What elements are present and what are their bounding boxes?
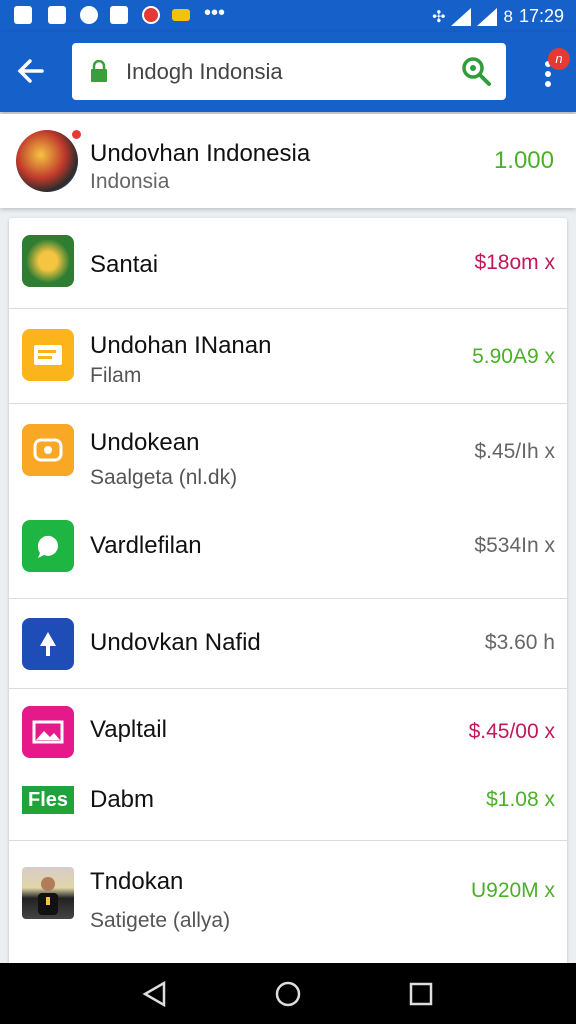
more-notifications-icon: ••• — [204, 2, 226, 24]
notification-badge[interactable]: n — [548, 48, 570, 70]
item-subtitle: Filam — [90, 364, 142, 387]
signal-icon — [451, 7, 472, 26]
item-title: Vardlefilan — [90, 532, 202, 559]
image-icon — [48, 6, 66, 24]
list-item[interactable]: Santai $18om x — [9, 218, 567, 308]
list-item[interactable]: Undohan INanan Filam 5.90A9 x — [9, 309, 567, 403]
item-price: U920M x — [470, 879, 555, 902]
back-nav-icon[interactable] — [140, 979, 170, 1009]
battery-level: 8 — [503, 6, 513, 26]
files-icon: Fles — [22, 786, 74, 814]
list-item[interactable]: Vapltail $.45/00 x — [9, 689, 567, 764]
status-bar: ••• ✣ 8 17:29 — [0, 0, 576, 32]
item-subtitle: Saalgeta (nl.dk) — [90, 466, 238, 489]
list-item[interactable]: Tndokan Satigete (allya) U920M x — [9, 841, 567, 961]
tag-icon — [172, 9, 190, 21]
item-subtitle: Satigete (allya) — [90, 909, 231, 932]
item-title: Vapltail — [90, 716, 167, 743]
system-nav-bar — [0, 963, 576, 1024]
list-item[interactable]: Undokean Saalgeta (nl.dk) $.45/Ih x — [9, 404, 567, 494]
search-input[interactable]: Indogh Indonsia — [126, 59, 283, 85]
record-icon — [142, 6, 160, 24]
recents-nav-icon[interactable] — [406, 979, 436, 1009]
vibrate-icon: ✣ — [432, 8, 446, 26]
header-card[interactable]: Undovhan Indonesia Indonsia 1.000 — [0, 114, 576, 208]
emblem-icon — [22, 235, 74, 287]
search-icon[interactable] — [460, 55, 492, 87]
header-value: 1.000 — [493, 147, 554, 174]
status-dot — [70, 128, 83, 141]
emblem-avatar — [16, 130, 78, 192]
document-icon — [22, 329, 74, 381]
item-title: Undokean — [90, 429, 200, 456]
person-photo-icon — [22, 867, 74, 919]
signal-2-icon — [477, 7, 498, 26]
clock: 17:29 — [518, 6, 564, 26]
play-icon — [80, 6, 98, 24]
item-list: Santai $18om x Undohan INanan Filam 5.90… — [9, 218, 567, 978]
item-price: $18om x — [474, 251, 555, 274]
item-title: Undohan INanan — [90, 332, 272, 359]
header-title: Undovhan Indonesia — [90, 140, 311, 167]
item-price: $3.60 h — [484, 631, 555, 654]
item-price: $.45/Ih x — [474, 440, 555, 463]
navigation-icon — [22, 618, 74, 670]
photo-icon — [14, 6, 32, 24]
search-bar[interactable]: Indogh Indonsia — [72, 43, 506, 100]
item-price: $534In x — [474, 534, 555, 557]
app-bar: Indogh Indonsia n — [0, 32, 576, 112]
chat-icon — [22, 520, 74, 572]
home-nav-icon[interactable] — [273, 979, 303, 1009]
item-title: Dabm — [90, 786, 155, 813]
photo-edit-icon — [110, 6, 128, 24]
back-arrow-icon[interactable] — [14, 54, 48, 88]
gift-icon — [22, 424, 74, 476]
header-subtitle: Indonsia — [90, 170, 170, 193]
image-icon — [22, 706, 74, 758]
item-price: $1.08 x — [486, 788, 555, 811]
item-price: 5.90A9 x — [472, 345, 555, 368]
item-price: $.45/00 x — [468, 720, 555, 743]
item-title: Santai — [90, 251, 159, 278]
lock-icon — [91, 60, 107, 82]
item-title: Undovkan Nafid — [90, 629, 261, 656]
list-item[interactable]: Fles Dabm $1.08 x — [9, 764, 567, 840]
item-title: Tndokan — [90, 868, 184, 895]
list-item[interactable]: Undovkan Nafid $3.60 h — [9, 599, 567, 688]
list-item[interactable]: Vardlefilan $534In x — [9, 508, 567, 598]
